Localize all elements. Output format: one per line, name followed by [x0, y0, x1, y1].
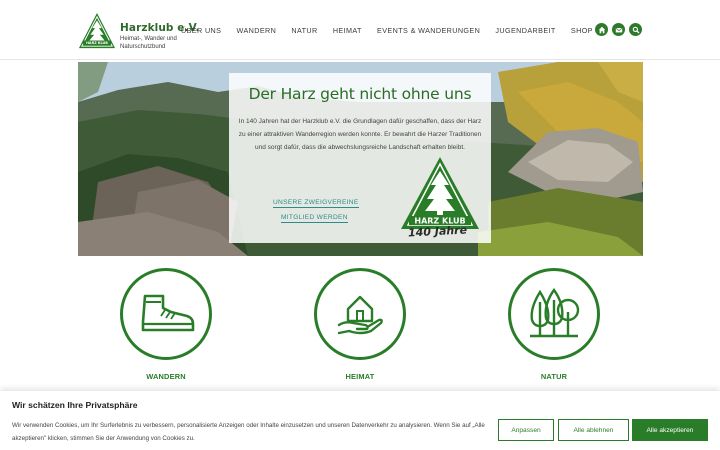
link-zweigvereine[interactable]: UNSERE ZWEIGVEREINE	[273, 199, 359, 208]
feature-wandern[interactable]: WANDERN	[120, 268, 212, 381]
nav-item-heimat[interactable]: HEIMAT	[333, 26, 362, 35]
nav-item-natur[interactable]: NATUR	[291, 26, 317, 35]
link-mitglied-werden[interactable]: MITGLIED WERDEN	[281, 214, 348, 223]
nav-item-jugendarbeit[interactable]: JUGENDARBEIT	[495, 26, 555, 35]
svg-text:HARZ KLUB: HARZ KLUB	[86, 41, 108, 45]
house-in-hand-icon	[337, 295, 383, 335]
feature-label-natur: NATUR	[540, 372, 568, 381]
search-icon[interactable]	[629, 23, 642, 36]
feature-natur[interactable]: NATUR	[508, 268, 600, 381]
nav-item-wandern[interactable]: WANDERN	[237, 26, 277, 35]
feature-circle	[314, 268, 406, 360]
feature-heimat[interactable]: HEIMAT	[314, 268, 406, 381]
feature-label-wandern: WANDERN	[146, 372, 186, 381]
hero-title: Der Harz geht nicht ohne uns	[248, 85, 472, 103]
header-icons	[595, 23, 646, 36]
cookie-title: Wir schätzen Ihre Privatsphäre	[12, 400, 138, 410]
cookie-text: Wir verwenden Cookies, um Ihr Surferlebn…	[12, 422, 485, 442]
trees-icon	[530, 288, 580, 338]
hero-banner: Der Harz geht nicht ohne uns In 140 Jahr…	[78, 62, 643, 256]
harzklub-logo[interactable]: HARZ KLUB	[78, 12, 116, 50]
hiking-boot-icon	[141, 294, 195, 332]
nav-item-events[interactable]: EVENTS & WANDERUNGEN	[377, 26, 480, 35]
nav-item-shop[interactable]: SHOP	[571, 26, 593, 35]
feature-circle	[120, 268, 212, 360]
cookie-banner: Wir schätzen Ihre Privatsphäre Wir verwe…	[0, 391, 720, 450]
mail-icon[interactable]	[612, 23, 625, 36]
main-nav: ÜBER UNS WANDERN NATUR HEIMAT EVENTS & W…	[181, 26, 608, 35]
site-header: HARZ KLUB Harzklub e.V. Heimat-, Wander …	[0, 0, 720, 60]
home-icon[interactable]	[595, 23, 608, 36]
accept-all-button[interactable]: Alle akzeptieren	[632, 419, 708, 441]
customize-button[interactable]: Anpassen	[498, 419, 554, 441]
brand-subtitle: Heimat-, Wander und Naturschutzbund	[120, 36, 177, 50]
feature-circle	[508, 268, 600, 360]
feature-label-heimat: HEIMAT	[345, 372, 375, 381]
nav-item-ueber-uns[interactable]: ÜBER UNS	[181, 26, 221, 35]
hero-text: In 140 Jahren hat der Harzklub e.V. die …	[238, 118, 482, 151]
reject-all-button[interactable]: Alle ablehnen	[558, 419, 629, 441]
hero-card: Der Harz geht nicht ohne uns In 140 Jahr…	[229, 73, 491, 243]
